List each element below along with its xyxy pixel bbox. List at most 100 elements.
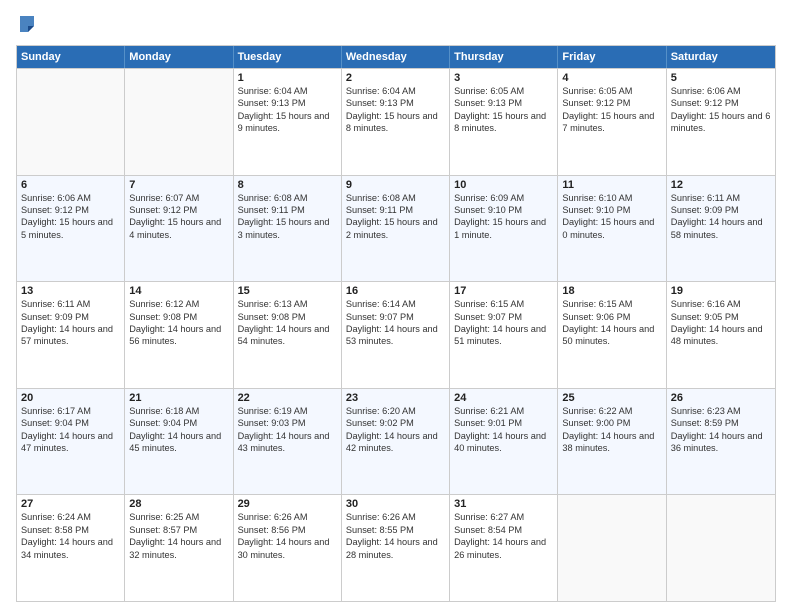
day-cell-27: 27Sunrise: 6:24 AM Sunset: 8:58 PM Dayli…: [17, 495, 125, 601]
day-cell-28: 28Sunrise: 6:25 AM Sunset: 8:57 PM Dayli…: [125, 495, 233, 601]
day-cell-22: 22Sunrise: 6:19 AM Sunset: 9:03 PM Dayli…: [234, 389, 342, 495]
day-detail: Sunrise: 6:20 AM Sunset: 9:02 PM Dayligh…: [346, 405, 445, 455]
day-cell-21: 21Sunrise: 6:18 AM Sunset: 9:04 PM Dayli…: [125, 389, 233, 495]
header-day-sunday: Sunday: [17, 46, 125, 68]
empty-cell: [125, 69, 233, 175]
day-detail: Sunrise: 6:22 AM Sunset: 9:00 PM Dayligh…: [562, 405, 661, 455]
day-detail: Sunrise: 6:08 AM Sunset: 9:11 PM Dayligh…: [346, 192, 445, 242]
calendar-week-3: 13Sunrise: 6:11 AM Sunset: 9:09 PM Dayli…: [17, 281, 775, 388]
day-cell-17: 17Sunrise: 6:15 AM Sunset: 9:07 PM Dayli…: [450, 282, 558, 388]
day-number: 9: [346, 179, 445, 191]
day-cell-26: 26Sunrise: 6:23 AM Sunset: 8:59 PM Dayli…: [667, 389, 775, 495]
logo: [16, 12, 36, 37]
day-detail: Sunrise: 6:08 AM Sunset: 9:11 PM Dayligh…: [238, 192, 337, 242]
calendar-body: 1Sunrise: 6:04 AM Sunset: 9:13 PM Daylig…: [17, 68, 775, 601]
day-detail: Sunrise: 6:23 AM Sunset: 8:59 PM Dayligh…: [671, 405, 771, 455]
day-cell-20: 20Sunrise: 6:17 AM Sunset: 9:04 PM Dayli…: [17, 389, 125, 495]
day-cell-24: 24Sunrise: 6:21 AM Sunset: 9:01 PM Dayli…: [450, 389, 558, 495]
header-day-saturday: Saturday: [667, 46, 775, 68]
day-cell-7: 7Sunrise: 6:07 AM Sunset: 9:12 PM Daylig…: [125, 176, 233, 282]
day-cell-31: 31Sunrise: 6:27 AM Sunset: 8:54 PM Dayli…: [450, 495, 558, 601]
day-number: 16: [346, 285, 445, 297]
day-cell-18: 18Sunrise: 6:15 AM Sunset: 9:06 PM Dayli…: [558, 282, 666, 388]
day-number: 4: [562, 72, 661, 84]
day-cell-29: 29Sunrise: 6:26 AM Sunset: 8:56 PM Dayli…: [234, 495, 342, 601]
day-cell-2: 2Sunrise: 6:04 AM Sunset: 9:13 PM Daylig…: [342, 69, 450, 175]
day-number: 19: [671, 285, 771, 297]
header-day-wednesday: Wednesday: [342, 46, 450, 68]
day-detail: Sunrise: 6:10 AM Sunset: 9:10 PM Dayligh…: [562, 192, 661, 242]
day-detail: Sunrise: 6:18 AM Sunset: 9:04 PM Dayligh…: [129, 405, 228, 455]
day-cell-1: 1Sunrise: 6:04 AM Sunset: 9:13 PM Daylig…: [234, 69, 342, 175]
day-detail: Sunrise: 6:11 AM Sunset: 9:09 PM Dayligh…: [21, 298, 120, 348]
day-number: 14: [129, 285, 228, 297]
day-number: 15: [238, 285, 337, 297]
day-detail: Sunrise: 6:25 AM Sunset: 8:57 PM Dayligh…: [129, 511, 228, 561]
day-detail: Sunrise: 6:09 AM Sunset: 9:10 PM Dayligh…: [454, 192, 553, 242]
day-detail: Sunrise: 6:19 AM Sunset: 9:03 PM Dayligh…: [238, 405, 337, 455]
day-detail: Sunrise: 6:26 AM Sunset: 8:56 PM Dayligh…: [238, 511, 337, 561]
day-cell-6: 6Sunrise: 6:06 AM Sunset: 9:12 PM Daylig…: [17, 176, 125, 282]
header-day-tuesday: Tuesday: [234, 46, 342, 68]
calendar: SundayMondayTuesdayWednesdayThursdayFrid…: [16, 45, 776, 602]
day-cell-13: 13Sunrise: 6:11 AM Sunset: 9:09 PM Dayli…: [17, 282, 125, 388]
calendar-week-4: 20Sunrise: 6:17 AM Sunset: 9:04 PM Dayli…: [17, 388, 775, 495]
day-number: 7: [129, 179, 228, 191]
day-detail: Sunrise: 6:24 AM Sunset: 8:58 PM Dayligh…: [21, 511, 120, 561]
empty-cell: [558, 495, 666, 601]
day-cell-12: 12Sunrise: 6:11 AM Sunset: 9:09 PM Dayli…: [667, 176, 775, 282]
day-detail: Sunrise: 6:11 AM Sunset: 9:09 PM Dayligh…: [671, 192, 771, 242]
day-number: 22: [238, 392, 337, 404]
day-cell-25: 25Sunrise: 6:22 AM Sunset: 9:00 PM Dayli…: [558, 389, 666, 495]
day-number: 10: [454, 179, 553, 191]
day-cell-10: 10Sunrise: 6:09 AM Sunset: 9:10 PM Dayli…: [450, 176, 558, 282]
day-number: 13: [21, 285, 120, 297]
day-number: 17: [454, 285, 553, 297]
day-cell-16: 16Sunrise: 6:14 AM Sunset: 9:07 PM Dayli…: [342, 282, 450, 388]
day-number: 25: [562, 392, 661, 404]
day-detail: Sunrise: 6:05 AM Sunset: 9:12 PM Dayligh…: [562, 85, 661, 135]
day-detail: Sunrise: 6:12 AM Sunset: 9:08 PM Dayligh…: [129, 298, 228, 348]
day-number: 12: [671, 179, 771, 191]
day-number: 11: [562, 179, 661, 191]
day-number: 30: [346, 498, 445, 510]
calendar-header: SundayMondayTuesdayWednesdayThursdayFrid…: [17, 46, 775, 68]
day-number: 1: [238, 72, 337, 84]
day-number: 31: [454, 498, 553, 510]
day-detail: Sunrise: 6:07 AM Sunset: 9:12 PM Dayligh…: [129, 192, 228, 242]
day-detail: Sunrise: 6:15 AM Sunset: 9:07 PM Dayligh…: [454, 298, 553, 348]
day-detail: Sunrise: 6:26 AM Sunset: 8:55 PM Dayligh…: [346, 511, 445, 561]
header: [16, 12, 776, 37]
day-cell-23: 23Sunrise: 6:20 AM Sunset: 9:02 PM Dayli…: [342, 389, 450, 495]
day-cell-11: 11Sunrise: 6:10 AM Sunset: 9:10 PM Dayli…: [558, 176, 666, 282]
calendar-week-5: 27Sunrise: 6:24 AM Sunset: 8:58 PM Dayli…: [17, 494, 775, 601]
day-detail: Sunrise: 6:04 AM Sunset: 9:13 PM Dayligh…: [238, 85, 337, 135]
calendar-week-1: 1Sunrise: 6:04 AM Sunset: 9:13 PM Daylig…: [17, 68, 775, 175]
day-cell-14: 14Sunrise: 6:12 AM Sunset: 9:08 PM Dayli…: [125, 282, 233, 388]
day-number: 28: [129, 498, 228, 510]
day-cell-5: 5Sunrise: 6:06 AM Sunset: 9:12 PM Daylig…: [667, 69, 775, 175]
empty-cell: [667, 495, 775, 601]
day-number: 18: [562, 285, 661, 297]
day-number: 27: [21, 498, 120, 510]
day-detail: Sunrise: 6:13 AM Sunset: 9:08 PM Dayligh…: [238, 298, 337, 348]
day-number: 2: [346, 72, 445, 84]
day-number: 20: [21, 392, 120, 404]
day-detail: Sunrise: 6:21 AM Sunset: 9:01 PM Dayligh…: [454, 405, 553, 455]
day-detail: Sunrise: 6:04 AM Sunset: 9:13 PM Dayligh…: [346, 85, 445, 135]
day-detail: Sunrise: 6:16 AM Sunset: 9:05 PM Dayligh…: [671, 298, 771, 348]
day-number: 8: [238, 179, 337, 191]
day-detail: Sunrise: 6:06 AM Sunset: 9:12 PM Dayligh…: [671, 85, 771, 135]
day-number: 23: [346, 392, 445, 404]
empty-cell: [17, 69, 125, 175]
day-cell-3: 3Sunrise: 6:05 AM Sunset: 9:13 PM Daylig…: [450, 69, 558, 175]
day-detail: Sunrise: 6:17 AM Sunset: 9:04 PM Dayligh…: [21, 405, 120, 455]
day-detail: Sunrise: 6:14 AM Sunset: 9:07 PM Dayligh…: [346, 298, 445, 348]
day-cell-4: 4Sunrise: 6:05 AM Sunset: 9:12 PM Daylig…: [558, 69, 666, 175]
header-day-thursday: Thursday: [450, 46, 558, 68]
day-detail: Sunrise: 6:05 AM Sunset: 9:13 PM Dayligh…: [454, 85, 553, 135]
header-day-monday: Monday: [125, 46, 233, 68]
day-cell-19: 19Sunrise: 6:16 AM Sunset: 9:05 PM Dayli…: [667, 282, 775, 388]
calendar-week-2: 6Sunrise: 6:06 AM Sunset: 9:12 PM Daylig…: [17, 175, 775, 282]
day-number: 6: [21, 179, 120, 191]
